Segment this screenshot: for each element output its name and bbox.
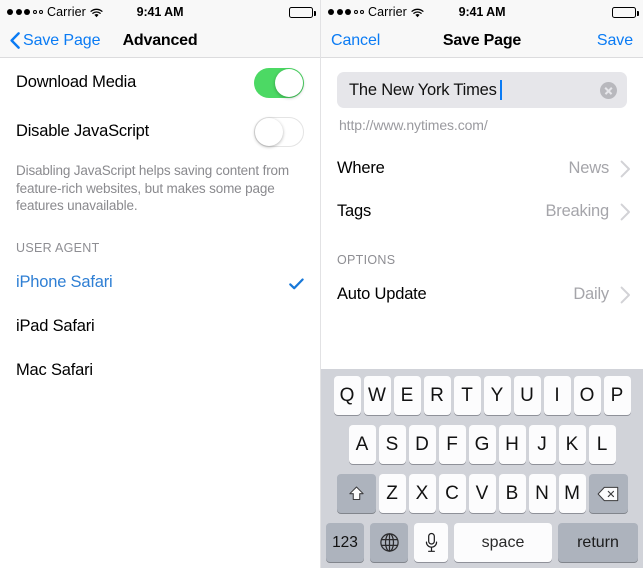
battery-icon [289,6,316,18]
advanced-settings-screen: Carrier 9:41 AM Save Page Advanced Downl… [0,0,321,568]
disable-javascript-toggle[interactable] [254,116,304,147]
row-where[interactable]: Where News [321,147,643,190]
tags-label: Tags [337,202,372,220]
key-p[interactable]: P [603,376,631,415]
key-c[interactable]: C [438,474,466,513]
navigation-bar-left: Save Page Advanced [0,24,320,58]
keyboard-row-3: Z X C V B N M [323,474,641,513]
save-button[interactable]: Save [597,32,633,50]
keyboard-row-2: A S D F G H J K L [323,425,641,464]
keyboard-row-1: Q W E R T Y U I O P [323,376,641,415]
key-i[interactable]: I [543,376,571,415]
user-agent-option-mac-safari[interactable]: Mac Safari [0,348,320,393]
cancel-button[interactable]: Cancel [331,32,380,50]
return-key[interactable]: return [558,523,638,562]
javascript-footnote-text: Disabling JavaScript helps saving conten… [16,163,289,213]
where-value: News [568,159,610,177]
chevron-right-icon [620,286,631,304]
globe-icon [379,533,399,552]
key-z[interactable]: Z [378,474,406,513]
space-key[interactable]: space [454,523,552,562]
key-a[interactable]: A [348,425,376,464]
title-input[interactable]: The New York Times [337,72,627,108]
download-media-toggle[interactable] [254,67,304,98]
key-t[interactable]: T [453,376,481,415]
key-h[interactable]: H [498,425,526,464]
chevron-right-icon [620,160,631,178]
navigation-bar-right: Cancel Save Page Save [321,24,643,58]
status-bar-time: 9:41 AM [458,5,506,19]
key-f[interactable]: F [438,425,466,464]
download-media-label: Download Media [16,73,137,91]
row-tags[interactable]: Tags Breaking [321,190,643,233]
backspace-icon [597,486,619,501]
microphone-icon [425,532,437,552]
globe-key[interactable] [370,523,408,562]
title-input-value: The New York Times [349,80,497,99]
key-g[interactable]: G [468,425,496,464]
chevron-left-icon [10,32,20,49]
key-d[interactable]: D [408,425,436,464]
key-k[interactable]: K [558,425,586,464]
key-m[interactable]: M [558,474,586,513]
user-agent-option-ipad-safari[interactable]: iPad Safari [0,304,320,349]
status-bar-left: Carrier 9:41 AM [0,0,320,24]
key-o[interactable]: O [573,376,601,415]
key-r[interactable]: R [423,376,451,415]
tags-value: Breaking [545,202,609,220]
dictation-key[interactable] [414,523,448,562]
key-w[interactable]: W [363,376,391,415]
dual-screen-container: Carrier 9:41 AM Save Page Advanced Downl… [0,0,643,568]
user-agent-label: iPhone Safari [16,273,113,291]
shift-key[interactable] [336,474,376,513]
keyboard-row-4: 123 space return [323,523,641,562]
title-field-container: The New York Times [321,58,643,108]
save-page-screen: Carrier 9:41 AM Cancel Save Page Save Th… [321,0,643,568]
backspace-key[interactable] [588,474,628,513]
auto-update-label: Auto Update [337,285,427,303]
key-l[interactable]: L [588,425,616,464]
checkmark-icon [289,277,304,289]
key-x[interactable]: X [408,474,436,513]
where-label: Where [337,159,385,177]
key-v[interactable]: V [468,474,496,513]
status-bar-right: Carrier 9:41 AM [321,0,643,24]
clear-text-button[interactable] [600,81,617,99]
key-n[interactable]: N [528,474,556,513]
user-agent-option-iphone-safari[interactable]: iPhone Safari [0,260,320,305]
chevron-right-icon [620,203,631,221]
key-j[interactable]: J [528,425,556,464]
user-agent-label: iPad Safari [16,317,95,335]
onscreen-keyboard: Q W E R T Y U I O P A S D F G H J K L Z … [321,369,643,568]
auto-update-value: Daily [573,285,609,303]
back-button[interactable]: Save Page [10,32,100,50]
key-s[interactable]: S [378,425,406,464]
key-y[interactable]: Y [483,376,511,415]
section-header-user-agent: USER AGENT [16,240,100,255]
key-b[interactable]: B [498,474,526,513]
back-button-label: Save Page [23,31,101,49]
setting-row-disable-javascript[interactable]: Disable JavaScript [0,107,320,156]
key-u[interactable]: U [513,376,541,415]
numbers-key[interactable]: 123 [326,523,364,562]
setting-row-download-media[interactable]: Download Media [0,58,320,107]
shift-icon [348,486,364,501]
key-e[interactable]: E [393,376,421,415]
section-header-options: OPTIONS [337,253,396,267]
row-auto-update[interactable]: Auto Update Daily [321,273,643,316]
disable-javascript-label: Disable JavaScript [16,122,150,140]
key-q[interactable]: Q [333,376,361,415]
user-agent-label: Mac Safari [16,361,93,379]
status-bar-time: 9:41 AM [136,5,184,19]
page-url-label: http://www.nytimes.com/ [339,117,488,133]
text-cursor [499,80,502,100]
battery-icon [612,6,639,18]
